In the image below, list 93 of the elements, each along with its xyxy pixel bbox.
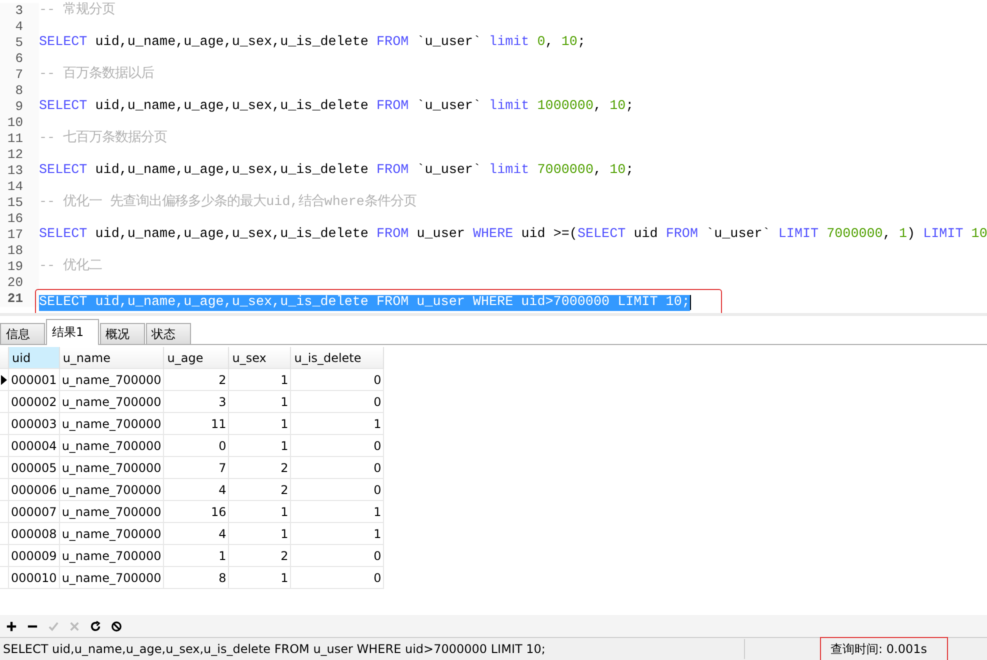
line-number: 4: [0, 19, 39, 35]
table-cell: 0: [290, 566, 384, 588]
code-editor[interactable]: [0, 0, 987, 316]
code-line: SELECT uid,u_name,u_age,u_sex,u_is_delete FROM u_user WHERE uid >=(SELECT uid FROM `u_user` LIMIT 7000000, 1) LIMIT 10: [39, 227, 987, 243]
table-cell: 0: [290, 368, 384, 390]
table-cell: 000008: [8, 522, 60, 544]
line-number: 5: [0, 35, 39, 51]
query-time: 查询时间: 0.001s: [820, 638, 947, 660]
table-cell: 0: [290, 478, 384, 500]
status-query: SELECT uid,u_name,u_age,u_sex,u_is_delete FROM u_user WHERE uid>7000000 LIMIT 10;: [2, 642, 546, 656]
line-number: 8: [0, 83, 39, 99]
table-cell: u_name_700000: [59, 368, 164, 390]
code-line: SELECT uid,u_name,u_age,u_sex,u_is_delete FROM `u_user` limit 0, 10;: [39, 35, 586, 51]
stop-icon[interactable]: [111, 620, 122, 632]
line-number: 16: [0, 211, 39, 227]
table-cell: 8: [164, 566, 229, 588]
table-cell: 000006: [8, 478, 60, 500]
code-line: SELECT uid,u_name,u_age,u_sex,u_is_delete FROM `u_user` limit 1000000, 10;: [39, 99, 634, 115]
line-number: 21: [0, 291, 39, 307]
table-cell: u_name_700000: [59, 500, 164, 522]
table-cell: 1: [228, 368, 291, 390]
table-cell: 16: [164, 500, 229, 522]
table-cell: 0: [290, 390, 384, 412]
code-line: -- 优化一 先查询出偏移多少条的最大uid,结合where条件分页: [39, 195, 416, 211]
line-number: 14: [0, 179, 39, 195]
table-cell: u_name_700000: [59, 434, 164, 456]
table-cell: 3: [164, 390, 229, 412]
table-cell: 4: [164, 478, 229, 500]
table-cell: u_name_700000: [59, 522, 164, 544]
table-cell: 4: [164, 522, 229, 544]
line-number: 19: [0, 259, 39, 275]
result-tab[interactable]: 结果1: [46, 319, 99, 345]
line-number: 11: [0, 131, 39, 147]
result-tab[interactable]: 状态: [146, 323, 191, 344]
line-number: 10: [0, 115, 39, 131]
table-cell: 000007: [8, 500, 60, 522]
table-cell: 000001: [8, 368, 60, 390]
line-number: 3: [0, 3, 39, 19]
column-header[interactable]: u_age: [164, 347, 229, 368]
code-line: -- 七百万条数据分页: [39, 131, 168, 147]
result-tab[interactable]: 概况: [100, 323, 145, 344]
column-header[interactable]: u_sex: [228, 347, 291, 368]
table-cell: 0: [164, 434, 229, 456]
table-cell: 1: [228, 522, 291, 544]
column-header[interactable]: u_is_delete: [290, 347, 384, 368]
line-number: 15: [0, 195, 39, 211]
table-cell: 000004: [8, 434, 60, 456]
table-cell: u_name_700000: [59, 544, 164, 566]
table-cell: 000005: [8, 456, 60, 478]
plus-icon[interactable]: [6, 620, 17, 632]
table-cell: 11: [164, 412, 229, 434]
table-cell: 2: [228, 544, 291, 566]
table-cell: 0: [290, 456, 384, 478]
table-cell: 1: [228, 390, 291, 412]
line-number: 18: [0, 243, 39, 259]
table-cell: 1: [290, 522, 384, 544]
table-cell: 2: [228, 478, 291, 500]
line-number: 12: [0, 147, 39, 163]
table-cell: 0: [290, 544, 384, 566]
result-tab[interactable]: 信息: [0, 323, 45, 344]
table-cell: 2: [228, 456, 291, 478]
table-cell: 1: [290, 500, 384, 522]
table-cell: 000003: [8, 412, 60, 434]
line-number: 9: [0, 99, 39, 115]
code-line: SELECT uid,u_name,u_age,u_sex,u_is_delete FROM `u_user` limit 7000000, 10;: [39, 163, 634, 179]
column-header[interactable]: u_name: [59, 347, 164, 368]
table-cell: 1: [164, 544, 229, 566]
line-number: 17: [0, 227, 39, 243]
table-cell: u_name_700000: [59, 566, 164, 588]
table-cell: u_name_700000: [59, 412, 164, 434]
line-number: 13: [0, 163, 39, 179]
table-cell: 2: [164, 368, 229, 390]
table-cell: 1: [228, 566, 291, 588]
refresh-icon[interactable]: [90, 620, 101, 632]
table-cell: 1: [228, 434, 291, 456]
table-cell: 0: [290, 434, 384, 456]
table-cell: u_name_700000: [59, 456, 164, 478]
code-line: -- 百万条数据以后: [39, 67, 154, 83]
table-cell: 1: [228, 500, 291, 522]
table-cell: 1: [290, 412, 384, 434]
table-cell: 1: [228, 412, 291, 434]
table-cell: 000010: [8, 566, 60, 588]
table-cell: 000009: [8, 544, 60, 566]
code-line: -- 常规分页: [39, 3, 116, 19]
line-number: 6: [0, 51, 39, 67]
code-line: -- 优化二: [39, 259, 102, 275]
table-cell: 000002: [8, 390, 60, 412]
table-cell: u_name_700000: [59, 478, 164, 500]
column-header[interactable]: uid: [8, 347, 60, 368]
line-number: 7: [0, 67, 39, 83]
table-cell: 7: [164, 456, 229, 478]
table-cell: u_name_700000: [59, 390, 164, 412]
line-number: 20: [0, 275, 39, 291]
